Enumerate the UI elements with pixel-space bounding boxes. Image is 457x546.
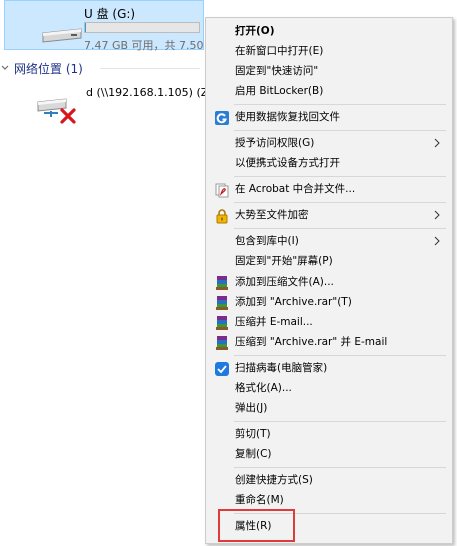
context-menu: 打开(O) 在新窗口中打开(E) 固定到"快速访问" 启用 BitLocker(… bbox=[205, 17, 453, 544]
menu-item-label: 创建快捷方式(S) bbox=[235, 474, 313, 486]
menu-item-label: 打开(O) bbox=[235, 25, 275, 37]
menu-item-label: 大势至文件加密 bbox=[235, 209, 309, 221]
menu-item-label: 扫描病毒(电脑管家) bbox=[235, 362, 328, 374]
menu-item-data-recovery[interactable]: 使用数据恢复找回文件 bbox=[206, 108, 452, 127]
acrobat-icon bbox=[215, 183, 229, 198]
menu-item-label: 格式化(A)... bbox=[235, 382, 292, 394]
menu-item-format[interactable]: 格式化(A)... bbox=[206, 379, 452, 398]
menu-separator bbox=[234, 104, 446, 105]
data-recovery-g-icon bbox=[215, 111, 229, 125]
drive-free-space: 7.47 GB 可用，共 7.50 GB bbox=[84, 39, 224, 52]
drive-usage-fill bbox=[85, 23, 87, 32]
winrar-icon bbox=[216, 276, 228, 290]
menu-item-label: 包含到库中(I) bbox=[235, 235, 299, 247]
lock-icon bbox=[216, 209, 228, 224]
winrar-icon bbox=[216, 316, 228, 330]
highlight-annotation-box bbox=[218, 509, 295, 542]
menu-item-file-encryption[interactable]: 大势至文件加密 bbox=[206, 206, 452, 225]
chevron-down-icon bbox=[1, 65, 9, 70]
menu-item-label: 重命名(M) bbox=[235, 494, 284, 506]
winrar-icon bbox=[216, 336, 228, 350]
menu-item-label: 以便携式设备方式打开 bbox=[235, 157, 340, 169]
menu-separator bbox=[234, 355, 446, 356]
winrar-icon bbox=[216, 296, 228, 310]
menu-item-open-as-portable[interactable]: 以便携式设备方式打开 bbox=[206, 154, 452, 173]
menu-item-compress-email[interactable]: 压缩并 E-mail... bbox=[206, 313, 452, 332]
menu-item-enable-bitlocker[interactable]: 启用 BitLocker(B) bbox=[206, 82, 452, 101]
menu-separator bbox=[234, 176, 446, 177]
menu-item-label: 在 Acrobat 中合并文件... bbox=[235, 183, 356, 195]
network-drive-label: d (\\192.168.1.105) (Z:) bbox=[86, 86, 217, 99]
drive-name: U 盘 (G:) bbox=[84, 7, 136, 21]
menu-item-create-shortcut[interactable]: 创建快捷方式(S) bbox=[206, 471, 452, 490]
menu-item-label: 启用 BitLocker(B) bbox=[235, 85, 324, 97]
menu-item-scan-virus[interactable]: 扫描病毒(电脑管家) bbox=[206, 359, 452, 378]
chevron-right-icon bbox=[434, 138, 440, 148]
menu-item-open[interactable]: 打开(O) bbox=[206, 22, 452, 41]
menu-item-label: 压缩并 E-mail... bbox=[235, 316, 313, 328]
menu-item-rename[interactable]: 重命名(M) bbox=[206, 491, 452, 510]
menu-separator bbox=[234, 421, 446, 422]
menu-item-pin-quick-access[interactable]: 固定到"快速访问" bbox=[206, 62, 452, 81]
menu-item-label: 授予访问权限(G) bbox=[235, 137, 315, 149]
menu-item-label: 剪切(T) bbox=[235, 428, 271, 440]
menu-item-label: 复制(C) bbox=[235, 448, 272, 460]
menu-item-label: 添加到 "Archive.rar"(T) bbox=[235, 296, 352, 308]
menu-item-grant-access[interactable]: 授予访问权限(G) bbox=[206, 134, 452, 153]
menu-separator bbox=[234, 130, 446, 131]
menu-item-eject[interactable]: 弹出(J) bbox=[206, 399, 452, 418]
network-drive-item[interactable]: d (\\192.168.1.105) (Z:) bbox=[36, 86, 216, 126]
usb-drive-icon bbox=[42, 28, 82, 43]
network-locations-group-header[interactable]: 网络位置 (1) bbox=[0, 60, 83, 76]
menu-item-label: 固定到"快速访问" bbox=[235, 65, 319, 77]
menu-item-acrobat-combine[interactable]: 在 Acrobat 中合并文件... bbox=[206, 180, 452, 199]
shield-check-icon bbox=[215, 362, 229, 376]
menu-item-label: 固定到"开始"屏幕(P) bbox=[235, 255, 333, 267]
menu-item-copy[interactable]: 复制(C) bbox=[206, 445, 452, 464]
menu-item-label: 压缩到 "Archive.rar" 并 E-mail bbox=[235, 336, 388, 348]
menu-item-open-new-window[interactable]: 在新窗口中打开(E) bbox=[206, 42, 452, 61]
explorer-window: U 盘 (G:) 7.47 GB 可用，共 7.50 GB 网络位置 (1) d… bbox=[0, 0, 457, 546]
menu-separator bbox=[234, 202, 446, 203]
menu-item-label: 弹出(J) bbox=[235, 402, 268, 414]
menu-item-add-to-archive-rar[interactable]: 添加到 "Archive.rar"(T) bbox=[206, 293, 452, 312]
menu-item-label: 使用数据恢复找回文件 bbox=[235, 111, 340, 123]
menu-item-label: 添加到压缩文件(A)... bbox=[235, 276, 334, 288]
menu-separator bbox=[234, 228, 446, 229]
group-title: 网络位置 (1) bbox=[14, 61, 83, 76]
menu-item-compress-rar-email[interactable]: 压缩到 "Archive.rar" 并 E-mail bbox=[206, 333, 452, 352]
chevron-right-icon bbox=[434, 210, 440, 220]
menu-item-add-to-archive[interactable]: 添加到压缩文件(A)... bbox=[206, 273, 452, 292]
menu-separator bbox=[234, 467, 446, 468]
group-divider bbox=[100, 68, 200, 69]
network-drive-disconnected-icon bbox=[37, 98, 76, 124]
menu-item-include-in-library[interactable]: 包含到库中(I) bbox=[206, 232, 452, 251]
menu-item-cut[interactable]: 剪切(T) bbox=[206, 425, 452, 444]
menu-item-label: 在新窗口中打开(E) bbox=[235, 45, 324, 57]
chevron-right-icon bbox=[434, 236, 440, 246]
menu-item-pin-start[interactable]: 固定到"开始"屏幕(P) bbox=[206, 252, 452, 271]
drive-usage-bar bbox=[84, 22, 200, 33]
